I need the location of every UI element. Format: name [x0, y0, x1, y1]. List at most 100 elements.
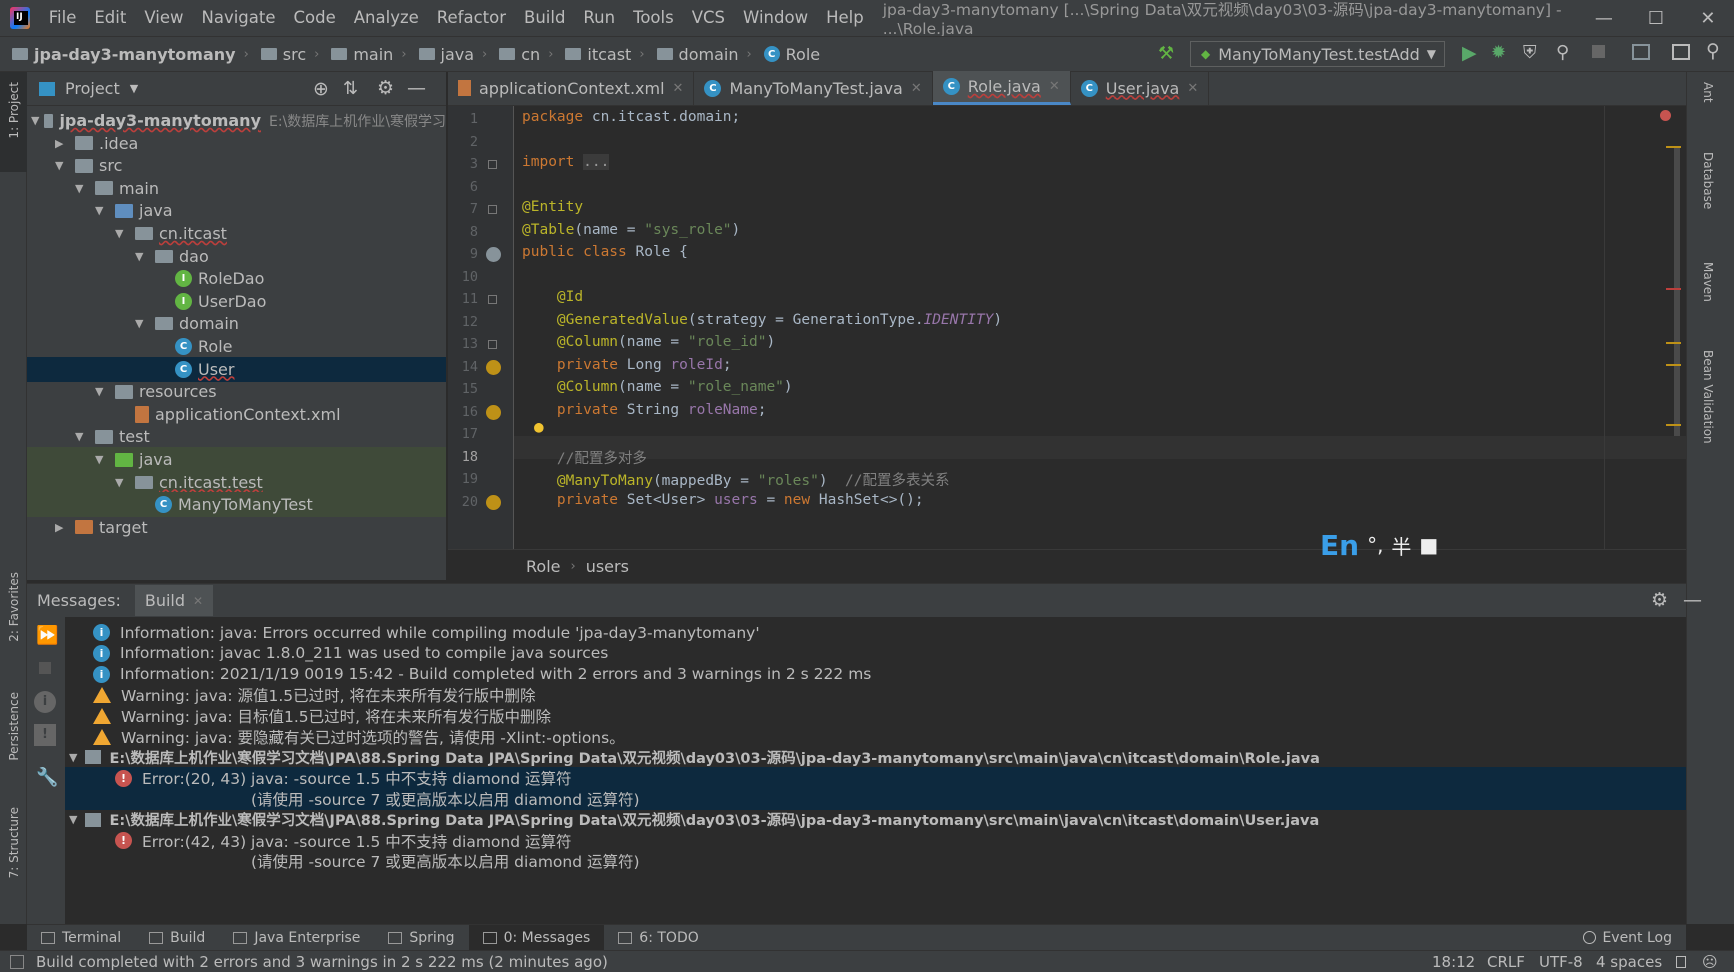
expand-arrow-icon[interactable]: ▼ [69, 751, 77, 764]
message-row[interactable]: ▼ E:\数据库上机作业\寒假学习文档\JPA\88.Spring Data JP… [65, 808, 1686, 831]
tool-tab[interactable]: Java Enterprise [219, 930, 374, 946]
tree-node[interactable]: ▼ main [27, 176, 446, 201]
field-annotation-icon[interactable] [486, 405, 501, 420]
tree-node[interactable]: I RoleDao [27, 266, 446, 291]
project-view-select[interactable]: Project [65, 79, 120, 98]
show-warnings-icon[interactable]: ! [34, 724, 56, 746]
tree-node[interactable]: ▶ .idea [27, 131, 446, 156]
expand-arrow-icon[interactable]: ▼ [69, 813, 77, 826]
message-row[interactable]: (请使用 -source 7 或更高版本以启用 diamond 运算符) [65, 850, 1686, 873]
tree-node[interactable]: applicationContext.xml [27, 402, 446, 427]
tool-tab[interactable]: 6: TODO [604, 930, 712, 946]
maximize-icon[interactable]: ☐ [1630, 8, 1682, 29]
run-icon[interactable]: ▶ [1462, 42, 1477, 64]
breadcrumb-class[interactable]: Role [526, 557, 560, 576]
tree-node[interactable]: C User [27, 356, 446, 382]
expand-arrow-icon[interactable]: ▼ [75, 430, 85, 443]
profile-icon[interactable]: ⚲ [1556, 42, 1569, 63]
hide-panel-icon[interactable]: — [407, 77, 426, 99]
close-icon[interactable]: ✕ [193, 594, 203, 608]
fold-marker-icon[interactable] [488, 160, 497, 169]
run-configuration-select[interactable]: ◆ ManyToManyTest.testAdd ▼ [1190, 41, 1445, 67]
lightbulb-icon[interactable]: ● [534, 417, 544, 436]
nav-crumb[interactable]: java › [418, 45, 487, 64]
event-log-tab[interactable]: Event Log [1569, 930, 1686, 946]
line-separator[interactable]: CRLF [1487, 953, 1525, 971]
close-icon[interactable]: ✕ [1187, 81, 1198, 96]
editor-tab[interactable]: C Role.java ✕ [932, 71, 1071, 105]
menu-item-run[interactable]: Run [574, 0, 624, 36]
expand-arrow-icon[interactable]: ▼ [75, 182, 85, 195]
wrench-icon[interactable]: 🔧 [36, 767, 58, 788]
tool-tab[interactable]: Build [135, 930, 219, 946]
tool-tab[interactable]: Terminal [27, 930, 135, 946]
close-icon[interactable]: ✕ [1049, 79, 1060, 94]
error-stripe-icon[interactable] [1660, 110, 1671, 121]
message-row[interactable]: ! Error:(42, 43) java: -source 1.5 中不支持 d… [65, 829, 1686, 852]
gear-icon[interactable]: ⚙ [377, 77, 394, 99]
stop-icon[interactable] [39, 662, 51, 674]
close-icon[interactable]: ✕ [673, 81, 684, 96]
tree-node[interactable]: C Role [27, 334, 446, 359]
fold-marker-icon[interactable] [488, 295, 497, 304]
editor-tab[interactable]: applicationContext.xml ✕ [448, 71, 695, 105]
database-tool-button[interactable]: Database [1701, 152, 1715, 209]
close-icon[interactable]: ✕ [911, 81, 922, 96]
tree-node[interactable]: ▼ java [27, 447, 446, 472]
nav-crumb[interactable]: cn › [499, 45, 553, 64]
nav-crumb[interactable]: src › [260, 45, 319, 64]
expand-arrow-icon[interactable]: ▼ [95, 204, 105, 217]
show-info-icon[interactable]: i [34, 691, 56, 713]
collapse-arrow-icon[interactable]: ▶ [55, 521, 65, 534]
tree-node[interactable]: ▼ resources [27, 379, 446, 404]
message-row[interactable]: i Information: javac 1.8.0_211 was used t… [65, 642, 1686, 665]
expand-arrow-icon[interactable]: ▼ [135, 317, 145, 330]
project-structure-icon[interactable] [1632, 44, 1650, 60]
fold-marker-icon[interactable] [488, 205, 497, 214]
field-annotation-icon[interactable] [486, 495, 501, 510]
nav-crumb[interactable]: jpa-day3-manytomany › [12, 45, 249, 64]
hammer-build-icon[interactable]: ⚒ [1158, 43, 1174, 64]
menu-item-vcs[interactable]: VCS [683, 0, 734, 36]
fold-marker-icon[interactable] [488, 340, 497, 349]
database-icon[interactable] [486, 247, 501, 262]
debug-icon[interactable]: ✹ [1491, 42, 1506, 63]
message-row[interactable]: i Information: 2021/1/19 0019 15:42 - Bui… [65, 663, 1686, 686]
menu-item-code[interactable]: Code [285, 0, 345, 36]
tree-node[interactable]: ▼ src [27, 153, 446, 178]
menu-item-file[interactable]: File [40, 0, 86, 36]
expand-arrow-icon[interactable]: ▼ [95, 385, 105, 398]
tree-node[interactable]: ▶ target [27, 515, 446, 540]
collapse-arrow-icon[interactable]: ▶ [55, 137, 65, 150]
nav-crumb[interactable]: main › [331, 45, 407, 64]
terminal-window-icon[interactable] [1672, 44, 1690, 60]
project-tool-button[interactable]: 1: Project [7, 82, 21, 139]
menu-item-help[interactable]: Help [817, 0, 873, 36]
message-row[interactable]: Warning: java: 源值1.5已过时, 将在未来所有发行版中删除 [65, 683, 1686, 706]
message-row[interactable]: Warning: java: 要隐藏有关已过时选项的警告, 请使用 -Xlint… [65, 725, 1686, 748]
message-row[interactable]: ▼ E:\数据库上机作业\寒假学习文档\JPA\88.Spring Data JP… [65, 746, 1686, 769]
tree-node[interactable]: ▼ jpa-day3-manytomany E:\数据库上机作业\寒假学习 [27, 108, 446, 133]
menu-item-build[interactable]: Build [515, 0, 574, 36]
tool-tab[interactable]: Spring [374, 930, 468, 946]
message-row[interactable]: (请使用 -source 7 或更高版本以启用 diamond 运算符) [65, 787, 1686, 811]
indent-setting[interactable]: 4 spaces [1596, 953, 1662, 971]
inspector-icon[interactable]: ☹ [1702, 953, 1718, 971]
expand-arrow-icon[interactable]: ▼ [31, 114, 39, 127]
message-row[interactable]: i Information: java: Errors occurred whil… [65, 621, 1686, 644]
editor-tab[interactable]: C User.java ✕ [1071, 71, 1210, 105]
message-row[interactable]: ! Error:(20, 43) java: -source 1.5 中不支持 d… [65, 766, 1686, 790]
search-icon[interactable]: ⚲ [1706, 40, 1720, 62]
tree-node[interactable]: ▼ dao [27, 244, 446, 269]
code-editor[interactable]: package cn.itcast.domain; import ... @En… [514, 106, 1686, 549]
menu-item-window[interactable]: Window [734, 0, 817, 36]
file-encoding[interactable]: UTF-8 [1539, 953, 1583, 971]
tree-node[interactable]: ▼ java [27, 198, 446, 223]
build-messages-tab[interactable]: Build ✕ [134, 585, 214, 616]
nav-crumb[interactable]: C Role [763, 45, 820, 64]
tree-node[interactable]: ▼ domain [27, 311, 446, 336]
locate-icon[interactable]: ⊕ [313, 78, 329, 100]
toggle-tool-windows-icon[interactable] [10, 954, 24, 969]
close-window-icon[interactable]: ✕ [1682, 8, 1734, 29]
ant-tool-button[interactable]: Ant [1701, 82, 1715, 103]
